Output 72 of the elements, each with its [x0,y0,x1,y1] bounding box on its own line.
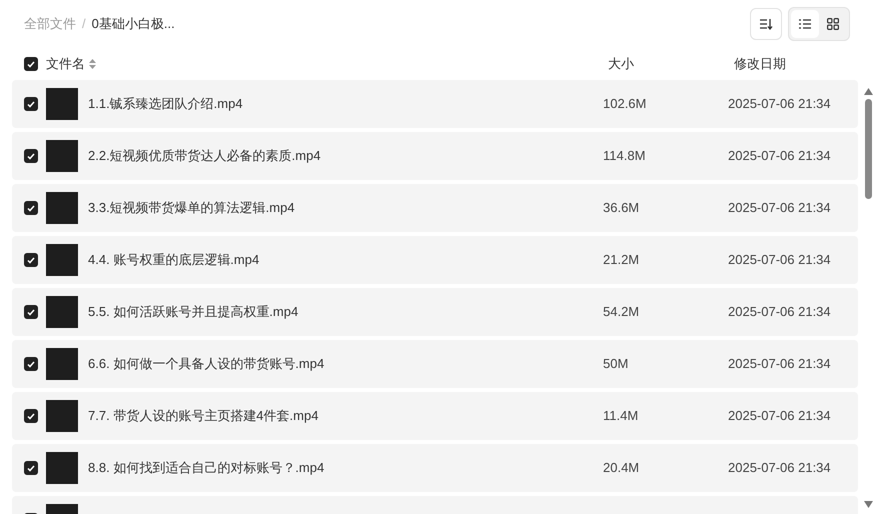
sort-button[interactable] [750,8,782,40]
modified-date: 2025-07-06 21:34 [728,303,832,322]
file-name: 6.6. 如何做一个具备人设的带货账号.mp4 [88,355,326,374]
file-row[interactable]: 4.4. 账号权重的底层逻辑.mp4 21.2M 2025-07-06 21:34 [12,236,858,284]
checkbox[interactable] [24,461,38,475]
checkmark-icon [27,256,35,264]
grid-view-icon [827,18,839,30]
video-thumbnail [46,140,78,172]
file-size: 20.4M [603,459,640,478]
checkmark-icon [27,204,35,212]
video-thumbnail [46,296,78,328]
modified-date: 2025-07-06 21:34 [728,95,832,114]
file-row[interactable]: 6.6. 如何做一个具备人设的带货账号.mp4 50M 2025-07-06 21:34 [12,340,858,388]
list-view-button[interactable] [791,10,819,38]
file-size: 114.8M [603,147,646,166]
checkbox[interactable] [24,253,38,267]
modified-date: 2025-07-06 21:34 [728,147,832,166]
checkmark-icon [27,100,35,108]
sort-icon [758,18,772,30]
modified-date: 2025-07-06 21:34 [728,407,832,426]
checkbox[interactable] [24,149,38,163]
file-name: 3.3.短视频带货爆单的算法逻辑.mp4 [88,199,296,218]
video-thumbnail [46,88,78,120]
file-row[interactable]: 3.3.短视频带货爆单的算法逻辑.mp4 36.6M 2025-07-06 21:34 [12,184,858,232]
checkbox[interactable] [24,409,38,423]
column-header: 修改日期 [734,55,787,74]
file-name: 5.5. 如何活跃账号并且提高权重.mp4 [88,303,300,322]
file-name: 2.2.短视频优质带货达人必备的素质.mp4 [88,147,322,166]
file-row[interactable]: 1.1.铖系臻选团队介绍.mp4 102.6M 2025-07-06 21:34 [12,80,858,128]
file-size: 50M [603,355,630,374]
file-name: 1.1.铖系臻选团队介绍.mp4 [88,95,244,114]
scroll-up-icon[interactable] [864,88,872,95]
list-view-icon [799,19,811,29]
column-header[interactable]: 文件名 [46,54,85,74]
file-name: 4.4. 账号权重的底层逻辑.mp4 [88,251,260,270]
file-size: 102.6M [603,95,648,114]
checkbox[interactable] [24,97,38,111]
checkmark-icon [27,360,35,368]
scroll-down-icon[interactable] [864,501,872,508]
checkbox[interactable] [24,57,38,71]
file-size: 36.6M [603,199,640,218]
file-name: 7.7. 带货人设的账号主页搭建4件套.mp4 [88,407,320,426]
breadcrumb-separator: / [82,15,86,34]
file-size: 11.4M [603,407,640,426]
column-header: 大小 [608,55,635,74]
breadcrumb-current: 0基础小白极... [92,15,175,34]
checkmark-icon [27,308,35,316]
checkmark-icon [27,412,35,420]
video-thumbnail [46,452,78,484]
video-thumbnail [46,400,78,432]
checkbox[interactable] [24,357,38,371]
video-thumbnail [46,348,78,380]
file-name: 8.8. 如何找到适合自己的对标账号？.mp4 [88,459,326,478]
checkmark-icon [27,60,35,68]
checkmark-icon [27,464,35,472]
checkmark-icon [27,152,35,160]
file-row[interactable]: 5.5. 如何活跃账号并且提高权重.mp4 54.2M 2025-07-06 21:34 [12,288,858,336]
video-thumbnail [46,192,78,224]
modified-date: 2025-07-06 21:34 [728,355,832,374]
sort-arrows-icon[interactable] [89,59,96,69]
checkbox[interactable] [24,305,38,319]
modified-date: 2025-07-06 21:34 [728,251,832,270]
file-size: 54.2M [603,303,640,322]
file-size: 21.2M [603,251,640,270]
modified-date: 2025-07-06 21:34 [728,459,832,478]
file-row[interactable]: 7.7. 带货人设的账号主页搭建4件套.mp4 11.4M 2025-07-06 21:34 [12,392,858,440]
video-thumbnail [46,244,78,276]
scrollbar-thumb[interactable] [864,99,872,199]
modified-date: 2025-07-06 21:34 [728,199,832,218]
checkbox[interactable] [24,201,38,215]
file-row[interactable]: 2.2.短视频优质带货达人必备的素质.mp4 114.8M 2025-07-06 21:34 [12,132,858,180]
file-row[interactable]: 8.8. 如何找到适合自己的对标账号？.mp4 20.4M 2025-07-06 21:34 [12,444,858,492]
